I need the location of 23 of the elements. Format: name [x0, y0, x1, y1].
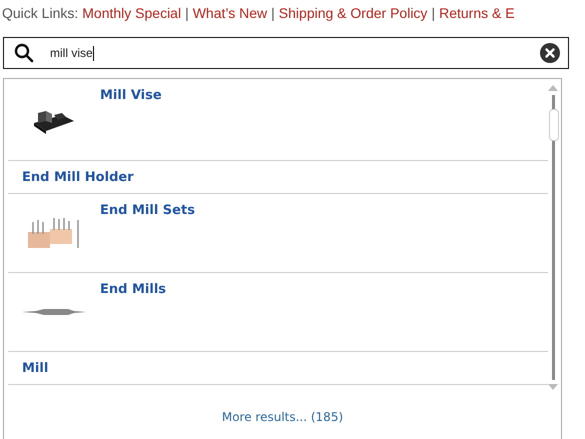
clear-icon[interactable]: [540, 43, 560, 63]
result-title[interactable]: End Mill Sets: [100, 203, 195, 272]
search-icon: [14, 43, 34, 63]
result-title[interactable]: End Mill Holder: [22, 170, 134, 184]
quick-link[interactable]: Shipping & Order Policy: [278, 5, 428, 29]
link-separator: |: [271, 5, 275, 23]
scrollbar[interactable]: [548, 85, 558, 390]
search-field[interactable]: mill vise: [3, 37, 569, 69]
link-separator: |: [431, 5, 436, 23]
result-title[interactable]: Mill: [22, 360, 48, 376]
result-title[interactable]: Mill Vise: [100, 88, 162, 160]
more-results-link[interactable]: More results... (185): [4, 410, 561, 424]
scroll-down-icon[interactable]: [548, 384, 558, 390]
search-text: mill vise: [50, 46, 93, 60]
scroll-up-icon[interactable]: [548, 85, 558, 91]
end-mill-set-photo: [26, 216, 82, 250]
quick-link[interactable]: What’s New: [192, 5, 268, 29]
quick-link[interactable]: Monthly Special: [82, 5, 182, 29]
scroll-thumb[interactable]: [548, 109, 558, 141]
quick-link[interactable]: Returns & E: [439, 5, 515, 29]
link-separator: |: [185, 5, 189, 23]
result-title[interactable]: End Mills: [100, 282, 166, 351]
quick-links-label: Quick Links:: [2, 5, 78, 23]
